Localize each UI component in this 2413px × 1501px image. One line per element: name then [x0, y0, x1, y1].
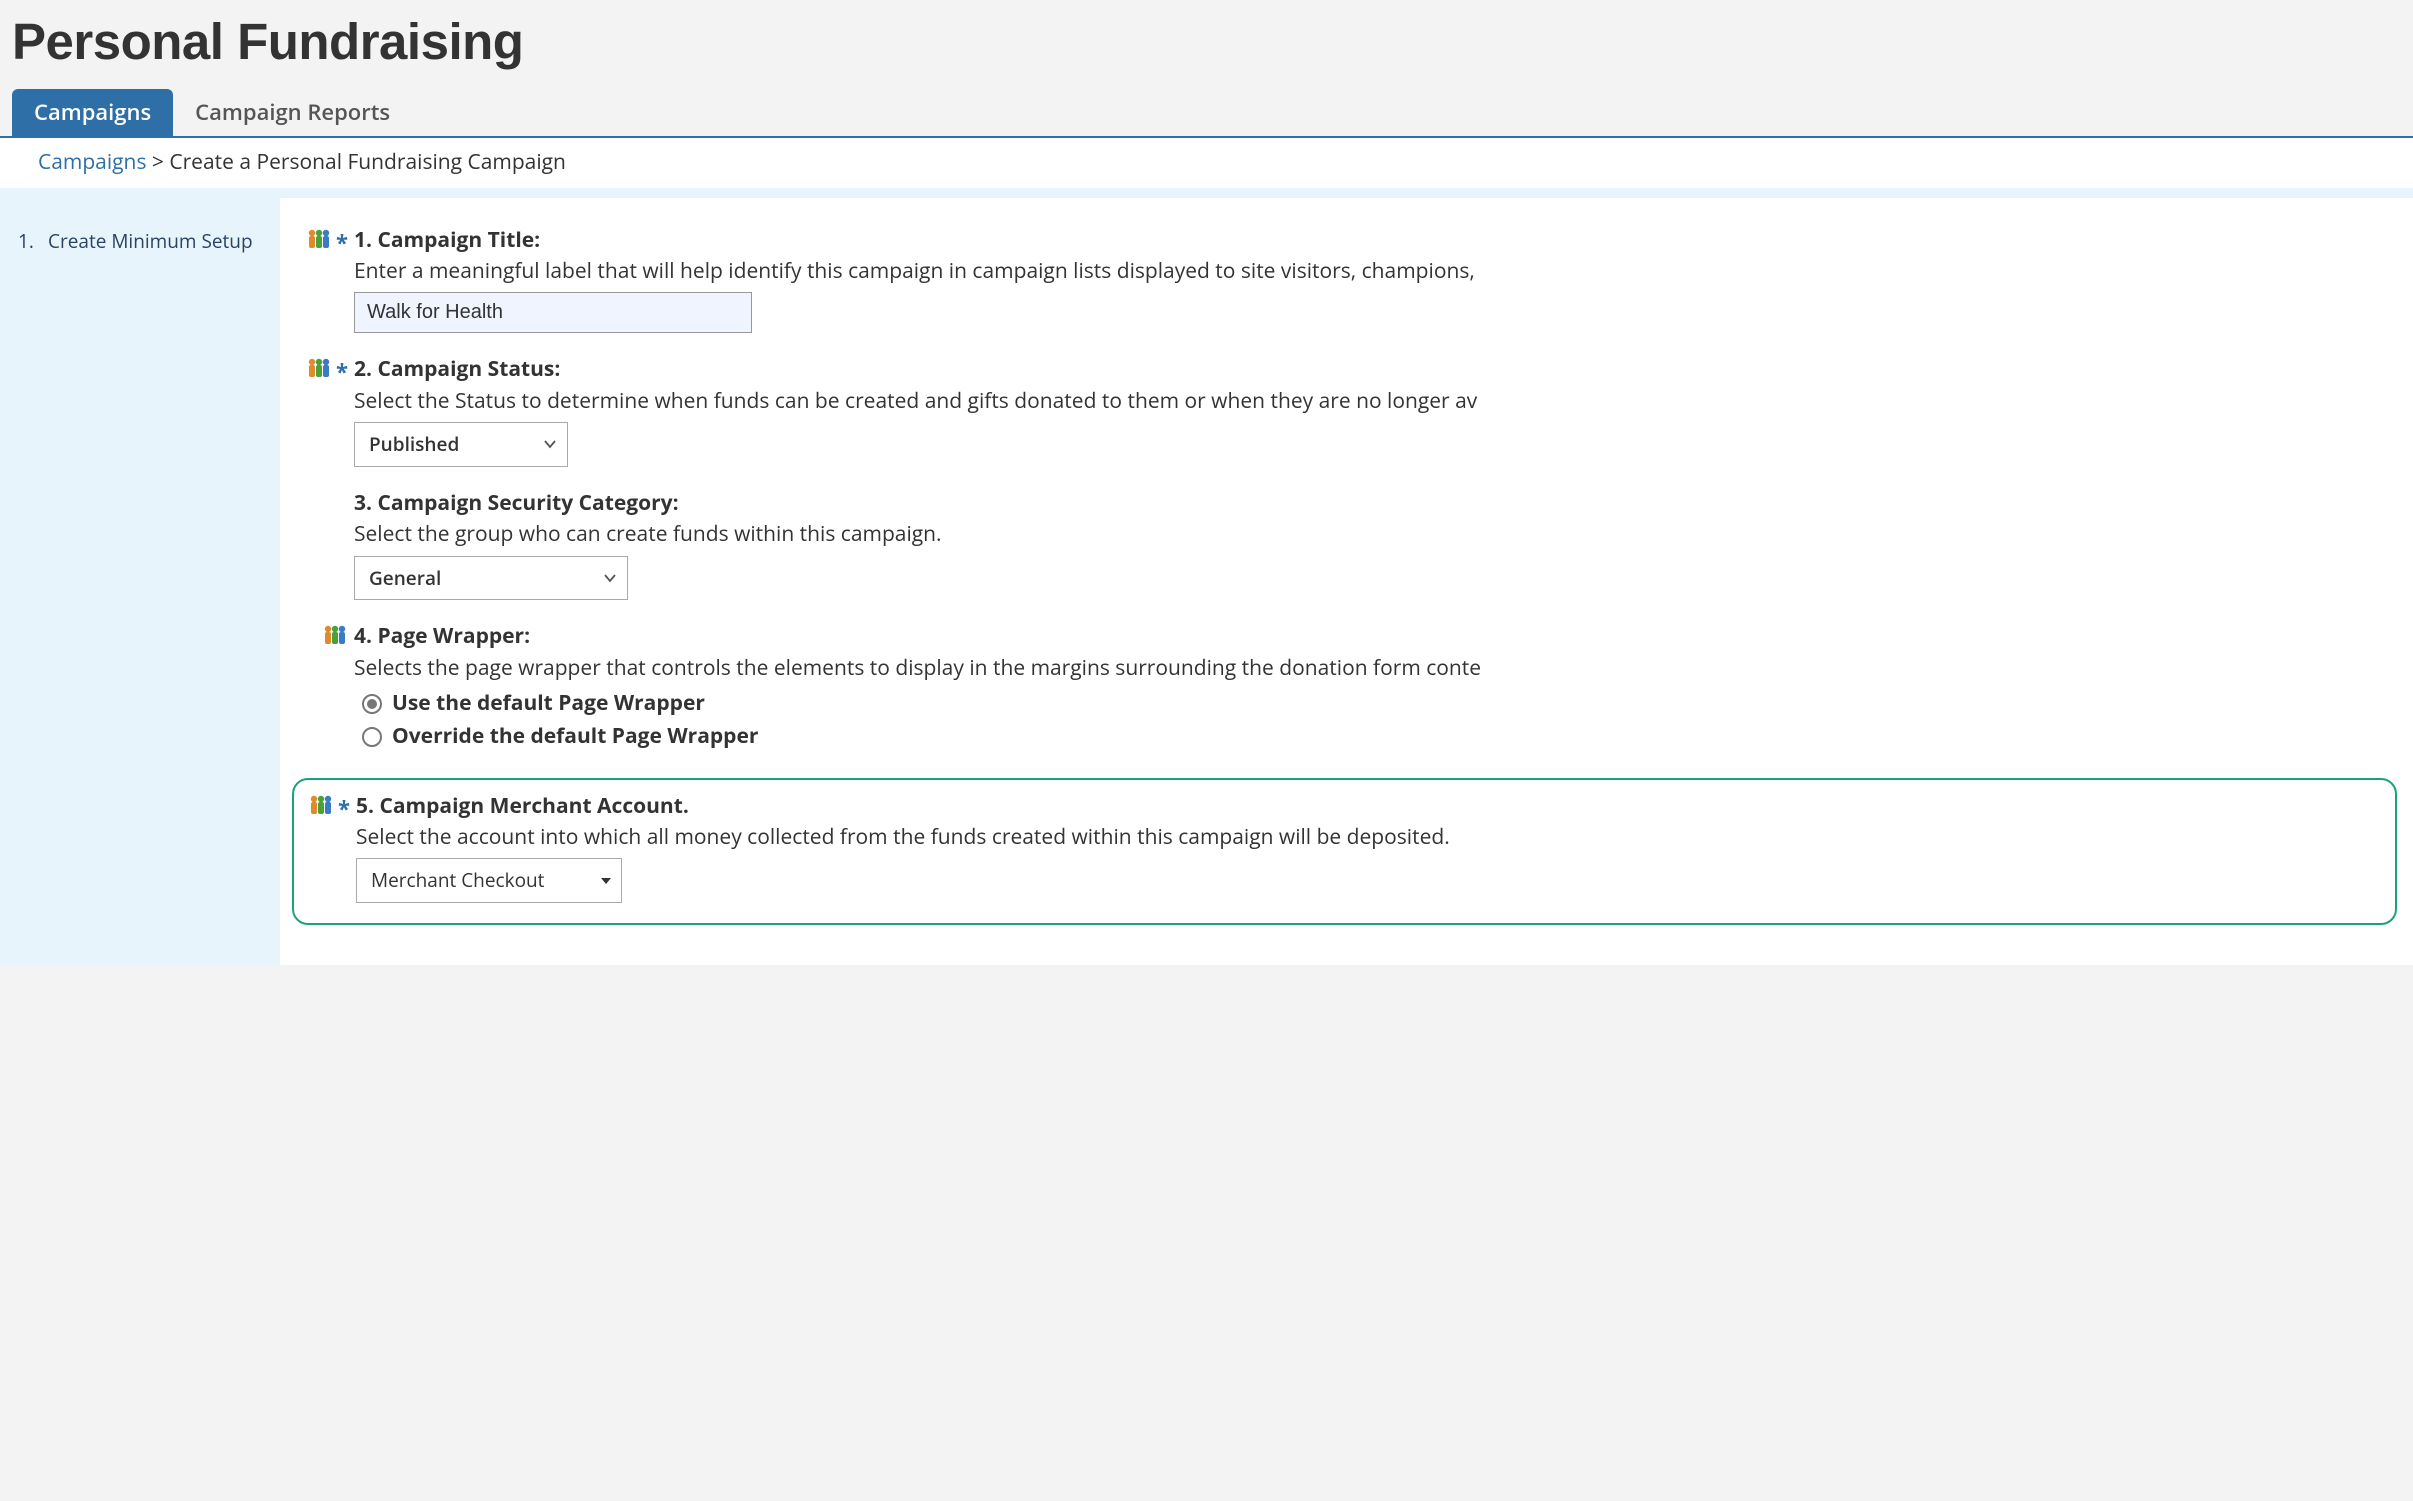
select-value: Merchant Checkout — [371, 867, 544, 894]
tab-bar: Campaigns Campaign Reports — [0, 89, 2413, 138]
field-label: 1. Campaign Title: — [354, 226, 2413, 255]
breadcrumb-sep: > — [146, 148, 169, 176]
sidebar: 1. Create Minimum Setup — [0, 198, 280, 965]
page-title: Personal Fundraising — [0, 0, 2413, 89]
field-merchant-account: * 5. Campaign Merchant Account. Select t… — [294, 792, 2389, 903]
required-star-icon: * — [336, 228, 348, 259]
breadcrumb-current: Create a Personal Fundraising Campaign — [169, 148, 566, 176]
field-campaign-status: * 2. Campaign Status: Select the Status … — [292, 355, 2413, 466]
people-icon — [308, 794, 334, 816]
select-value: General — [369, 565, 441, 592]
required-star-icon: * — [336, 357, 348, 388]
chevron-down-icon — [543, 437, 557, 451]
chevron-down-icon — [603, 571, 617, 585]
radio-override-default-wrapper[interactable]: Override the default Page Wrapper — [362, 722, 2413, 751]
campaign-title-input[interactable] — [354, 292, 752, 333]
field-label: 2. Campaign Status: — [354, 355, 2413, 384]
campaign-status-select[interactable]: Published — [354, 422, 568, 467]
field-desc: Select the group who can create funds wi… — [354, 520, 2413, 549]
people-icon — [322, 624, 348, 646]
radio-label: Use the default Page Wrapper — [392, 689, 705, 718]
field-desc: Select the Status to determine when fund… — [354, 387, 2413, 416]
sidebar-step-label: Create Minimum Setup — [48, 228, 253, 255]
breadcrumb-link-campaigns[interactable]: Campaigns — [38, 148, 146, 176]
field-label: 5. Campaign Merchant Account. — [356, 792, 2389, 821]
select-value: Published — [369, 431, 459, 458]
radio-use-default-wrapper[interactable]: Use the default Page Wrapper — [362, 689, 2413, 718]
field-label: 3. Campaign Security Category: — [354, 489, 2413, 518]
field-campaign-title: * 1. Campaign Title: Enter a meaningful … — [292, 226, 2413, 334]
radio-icon — [362, 694, 382, 714]
sidebar-step-create-minimum-setup[interactable]: 1. Create Minimum Setup — [0, 216, 280, 267]
security-category-select[interactable]: General — [354, 556, 628, 601]
field-page-wrapper: 4. Page Wrapper: Selects the page wrappe… — [292, 622, 2413, 756]
merchant-account-select[interactable]: Merchant Checkout — [356, 858, 622, 903]
sidebar-step-num: 1. — [18, 228, 36, 255]
field-label: 4. Page Wrapper: — [354, 622, 2413, 651]
field-desc: Select the account into which all money … — [356, 823, 2389, 852]
tab-campaign-reports[interactable]: Campaign Reports — [173, 89, 412, 136]
radio-icon — [362, 727, 382, 747]
field-security-category: 3. Campaign Security Category: Select th… — [292, 489, 2413, 600]
caret-down-icon — [601, 878, 611, 884]
breadcrumb: Campaigns > Create a Personal Fundraisin… — [0, 138, 2413, 187]
people-icon — [306, 357, 332, 379]
field-desc: Enter a meaningful label that will help … — [354, 257, 2413, 286]
highlight-merchant-account: * 5. Campaign Merchant Account. Select t… — [292, 778, 2397, 925]
people-icon — [306, 228, 332, 250]
tab-campaigns[interactable]: Campaigns — [12, 89, 173, 136]
main-panel: * 1. Campaign Title: Enter a meaningful … — [280, 198, 2413, 965]
field-desc: Selects the page wrapper that controls t… — [354, 654, 2413, 683]
required-star-icon: * — [338, 794, 350, 825]
radio-label: Override the default Page Wrapper — [392, 722, 758, 751]
